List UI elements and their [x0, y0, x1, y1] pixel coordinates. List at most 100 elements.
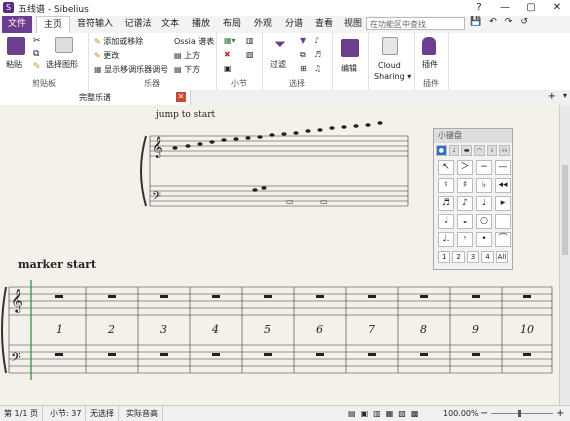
- add-bar-icon[interactable]: ▦▾: [224, 36, 236, 45]
- cut-icon[interactable]: ✂: [33, 36, 41, 46]
- plugins-button[interactable]: 插件: [422, 59, 438, 70]
- keypad-tab-more[interactable]: ♭♭: [499, 145, 511, 156]
- tab-layout[interactable]: 布局: [219, 16, 245, 33]
- view-focus-icon[interactable]: ▩: [411, 406, 419, 421]
- paste-icon[interactable]: [7, 37, 25, 55]
- format-painter-icon[interactable]: ✎: [33, 62, 41, 72]
- filter-button[interactable]: 过滤: [270, 59, 286, 70]
- keypad-layout-2[interactable]: 2: [452, 251, 465, 263]
- select-none-icon[interactable]: ⊞: [300, 64, 307, 73]
- undo-icon[interactable]: ↶: [489, 17, 497, 27]
- bar-options-icon[interactable]: ▣: [224, 64, 232, 73]
- keypad-key[interactable]: ○: [476, 214, 492, 229]
- edit-button[interactable]: 编辑: [341, 63, 357, 74]
- maximize-button[interactable]: ▢: [518, 0, 544, 16]
- refresh-icon[interactable]: ↺: [520, 17, 528, 27]
- tab-play[interactable]: 播放: [188, 16, 214, 33]
- show-transpose-button[interactable]: 显示移调乐器调号: [104, 65, 168, 74]
- copy-icon[interactable]: ⧉: [33, 49, 39, 59]
- keypad-key[interactable]: ♭: [476, 178, 492, 193]
- keypad-key[interactable]: 𝅗𝅥: [438, 214, 454, 229]
- close-tab-icon[interactable]: ✕: [176, 92, 186, 102]
- view-single-icon[interactable]: ▣: [361, 406, 369, 421]
- zoom-slider[interactable]: [491, 413, 553, 414]
- split-bar-icon[interactable]: ▥: [246, 36, 254, 45]
- keypad-key[interactable]: ♪: [457, 196, 473, 211]
- zoom-slider-handle[interactable]: [518, 410, 521, 417]
- select-system-icon[interactable]: ⧉: [300, 50, 306, 60]
- keypad-tab-beams[interactable]: ▬: [461, 145, 473, 156]
- redo-icon[interactable]: ↷: [505, 17, 513, 27]
- keypad-layout-4[interactable]: 4: [481, 251, 494, 263]
- keypad-layout-3[interactable]: 3: [466, 251, 480, 263]
- below-button[interactable]: 下方: [184, 65, 200, 74]
- above-button[interactable]: 上方: [184, 51, 200, 60]
- keypad-key[interactable]: 𝅝: [457, 214, 473, 229]
- keypad-key[interactable]: ◂◂: [495, 178, 511, 193]
- select-passage-icon[interactable]: ♬: [314, 50, 321, 59]
- select-more-icon[interactable]: ♪: [314, 36, 319, 45]
- cloud-sharing-icon[interactable]: [382, 37, 398, 55]
- change-button[interactable]: 更改: [103, 51, 119, 60]
- vertical-scrollbar[interactable]: [559, 105, 570, 405]
- save-icon[interactable]: 💾: [470, 17, 481, 27]
- tab-text[interactable]: 文本: [157, 16, 183, 33]
- select-range-icon[interactable]: ♫: [314, 64, 321, 73]
- paste-button[interactable]: 粘贴: [6, 59, 22, 70]
- cloud-sharing-button[interactable]: Sharing ▾: [374, 72, 411, 81]
- tab-view[interactable]: 视图: [342, 16, 364, 33]
- keypad-tab-notes[interactable]: ♩: [448, 145, 460, 156]
- select-all-icon[interactable]: ▼: [300, 36, 306, 45]
- select-graphic-button[interactable]: 选择图形: [46, 59, 78, 70]
- edit-icon[interactable]: [341, 39, 359, 57]
- add-remove-button[interactable]: 添加或移除: [103, 37, 143, 46]
- keypad-key[interactable]: ⌒: [495, 232, 511, 247]
- view-grid-icon[interactable]: ▧: [398, 406, 406, 421]
- keypad-key[interactable]: ♮: [438, 178, 454, 193]
- document-tab-full-score[interactable]: 完整乐谱 ✕: [0, 90, 191, 105]
- keypad-key[interactable]: 𝄾: [457, 232, 473, 247]
- keypad-key[interactable]: −: [476, 160, 492, 175]
- minimize-button[interactable]: —: [492, 0, 518, 16]
- tab-parts[interactable]: 分谱: [281, 16, 307, 33]
- keypad-tab-common[interactable]: ●: [436, 145, 447, 156]
- tab-menu-icon[interactable]: ▾: [563, 91, 567, 100]
- help-button[interactable]: ?: [466, 0, 492, 16]
- view-spread-icon[interactable]: ▥: [373, 406, 381, 421]
- tab-notations[interactable]: 记谱法: [121, 16, 155, 33]
- tab-file[interactable]: 文件: [2, 16, 32, 33]
- cloud-label-1[interactable]: Cloud: [378, 61, 401, 70]
- keypad-key[interactable]: ♩: [476, 196, 492, 211]
- tab-note-input[interactable]: 音符输入: [73, 16, 117, 33]
- add-tab-icon[interactable]: +: [548, 91, 556, 102]
- zoom-out-icon[interactable]: −: [480, 406, 488, 421]
- scrollbar-thumb[interactable]: [562, 165, 568, 255]
- join-bar-icon[interactable]: ▧: [246, 50, 254, 59]
- close-button[interactable]: ✕: [544, 0, 570, 16]
- keypad-key[interactable]: ＞: [457, 160, 473, 175]
- keypad-layout-all[interactable]: All: [495, 251, 509, 263]
- delete-bar-icon[interactable]: ✖: [224, 50, 231, 59]
- tab-home[interactable]: 主页: [36, 16, 70, 34]
- keypad-tab-accidentals[interactable]: ♭: [486, 145, 498, 156]
- view-scroll-icon[interactable]: ▦: [386, 406, 394, 421]
- keypad-key[interactable]: —: [495, 160, 511, 175]
- plugins-icon[interactable]: [422, 37, 436, 55]
- tab-appearance[interactable]: 外观: [250, 16, 276, 33]
- keypad-key[interactable]: ▸: [495, 196, 511, 211]
- keypad-key[interactable]: •: [476, 232, 492, 247]
- view-page-icon[interactable]: ▤: [348, 406, 356, 421]
- keypad-tab-articulations[interactable]: ◠: [474, 145, 485, 156]
- keypad-key[interactable]: ♯: [457, 178, 473, 193]
- tab-review[interactable]: 查看: [311, 16, 337, 33]
- keypad-layout-1[interactable]: 1: [438, 251, 451, 263]
- keypad-key[interactable]: [495, 214, 511, 229]
- keypad-key[interactable]: ♬: [438, 196, 454, 211]
- filter-icon[interactable]: ⏷: [274, 35, 286, 53]
- ribbon-search-input[interactable]: 在功能区中查找: [366, 17, 465, 30]
- keypad-key[interactable]: ♩.: [438, 232, 454, 247]
- zoom-in-icon[interactable]: +: [556, 406, 564, 421]
- ossia-button[interactable]: Ossia 谱表: [174, 36, 214, 47]
- keypad-key[interactable]: ↖: [438, 160, 454, 175]
- select-graphic-icon[interactable]: [55, 37, 73, 53]
